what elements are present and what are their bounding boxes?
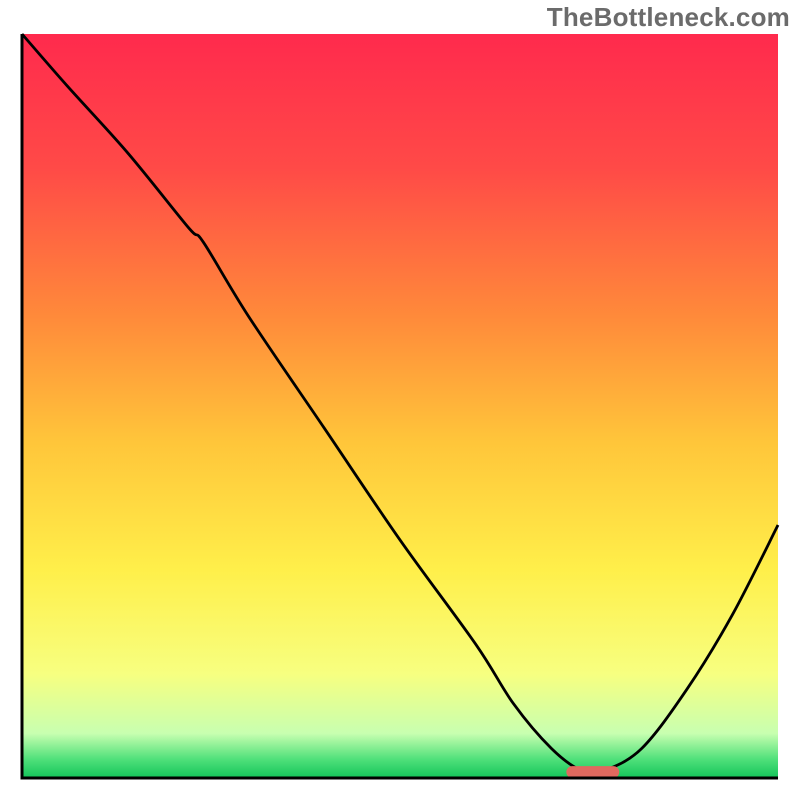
chart-svg [20,32,780,780]
chart-container: TheBottleneck.com [0,0,800,800]
gradient-background [22,34,778,778]
optimal-range-marker [566,766,619,778]
watermark-text: TheBottleneck.com [547,2,790,33]
plot-area [20,32,780,780]
